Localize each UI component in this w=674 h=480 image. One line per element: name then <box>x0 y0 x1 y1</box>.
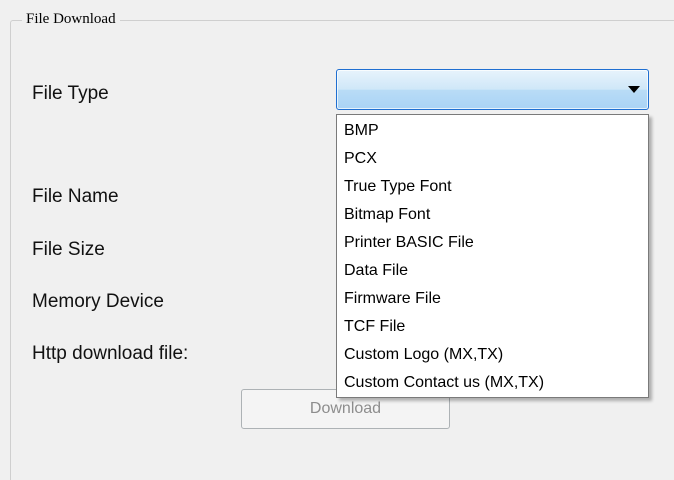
file-type-option[interactable]: Bitmap Font <box>337 202 648 230</box>
file-type-option[interactable]: TCF File <box>337 314 648 342</box>
group-title: File Download <box>22 10 120 28</box>
file-type-combo[interactable] <box>336 69 649 110</box>
file-type-option[interactable]: Custom Logo (MX,TX) <box>337 342 648 370</box>
file-type-option[interactable]: Data File <box>337 258 648 286</box>
file-type-option[interactable]: Custom Contact us (MX,TX) <box>337 370 648 398</box>
file-type-dropdown-list[interactable]: BMP PCX True Type Font Bitmap Font Printer B… <box>336 114 649 398</box>
file-name-label: File Name <box>32 186 119 207</box>
http-download-label: Http download file: <box>32 343 189 364</box>
file-type-option[interactable]: BMP <box>337 118 648 146</box>
file-type-option[interactable]: Printer BASIC File <box>337 230 648 258</box>
file-type-label: File Type <box>32 83 109 104</box>
file-type-option[interactable]: Firmware File <box>337 286 648 314</box>
file-type-option[interactable]: True Type Font <box>337 174 648 202</box>
chevron-down-icon[interactable] <box>628 86 640 93</box>
memory-device-label: Memory Device <box>32 291 164 312</box>
file-type-option[interactable]: PCX <box>337 146 648 174</box>
file-size-label: File Size <box>32 239 105 260</box>
